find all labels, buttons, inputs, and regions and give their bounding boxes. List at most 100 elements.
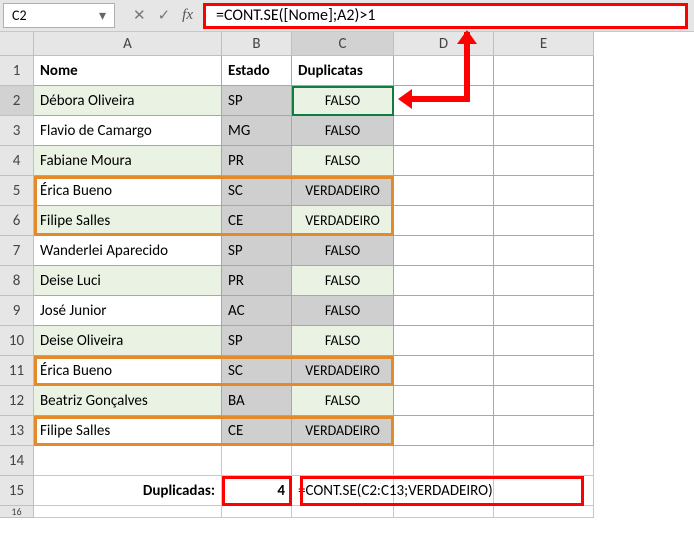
formula-bar[interactable]: =CONT.SE([Nome];A2)>1: [203, 3, 688, 29]
cell[interactable]: [394, 146, 494, 176]
summary-formula-cell[interactable]: =CONT.SE(C2:C13;VERDADEIRO): [292, 476, 394, 506]
cell-nome[interactable]: Beatriz Gonçalves: [34, 386, 222, 416]
cell[interactable]: [494, 116, 594, 146]
cell-duplicata[interactable]: VERDADEIRO: [292, 356, 394, 386]
row-header[interactable]: 4: [0, 146, 34, 176]
cell-nome[interactable]: Érica Bueno: [34, 356, 222, 386]
cell[interactable]: [494, 56, 594, 86]
cell[interactable]: [494, 446, 594, 476]
col-header-c[interactable]: C: [292, 32, 394, 56]
cell[interactable]: [222, 446, 292, 476]
row-header[interactable]: 8: [0, 266, 34, 296]
row-header[interactable]: 1: [0, 56, 34, 86]
cell[interactable]: [494, 146, 594, 176]
cell-estado[interactable]: CE: [222, 206, 292, 236]
cell-nome[interactable]: Wanderlei Aparecido: [34, 236, 222, 266]
cell-nome[interactable]: Filipe Salles: [34, 416, 222, 446]
row-header[interactable]: 7: [0, 236, 34, 266]
cell[interactable]: [394, 206, 494, 236]
cell-nome[interactable]: Deise Oliveira: [34, 326, 222, 356]
row-header[interactable]: 15: [0, 476, 34, 506]
cell[interactable]: [494, 416, 594, 446]
cell-duplicata[interactable]: FALSO: [292, 116, 394, 146]
cell-nome[interactable]: José Junior: [34, 296, 222, 326]
cell[interactable]: [494, 86, 594, 116]
cell[interactable]: [394, 446, 494, 476]
row-header[interactable]: 11: [0, 356, 34, 386]
cell[interactable]: [494, 386, 594, 416]
cell-duplicata[interactable]: FALSO: [292, 146, 394, 176]
cell-duplicata[interactable]: FALSO: [292, 386, 394, 416]
cell-estado[interactable]: SP: [222, 86, 292, 116]
cell[interactable]: [394, 356, 494, 386]
cell-estado[interactable]: PR: [222, 146, 292, 176]
cell[interactable]: [494, 476, 594, 506]
select-all-corner[interactable]: [0, 32, 34, 56]
cell-duplicata[interactable]: VERDADEIRO: [292, 416, 394, 446]
cell[interactable]: [394, 416, 494, 446]
name-box-dropdown-icon[interactable]: ▾: [99, 7, 106, 24]
cell-nome[interactable]: Filipe Salles: [34, 206, 222, 236]
row-header[interactable]: 6: [0, 206, 34, 236]
cell-nome[interactable]: Deise Luci: [34, 266, 222, 296]
cell-estado[interactable]: SC: [222, 356, 292, 386]
cell-estado[interactable]: BA: [222, 386, 292, 416]
accept-icon[interactable]: ✓: [158, 6, 171, 25]
cell[interactable]: [394, 116, 494, 146]
col-header-b[interactable]: B: [222, 32, 292, 56]
row-header[interactable]: 2: [0, 86, 34, 116]
fx-icon[interactable]: fx: [182, 7, 193, 24]
cell-estado[interactable]: PR: [222, 266, 292, 296]
row-header[interactable]: 5: [0, 176, 34, 206]
cell-nome[interactable]: Fabiane Moura: [34, 146, 222, 176]
cell[interactable]: [34, 506, 222, 518]
cell[interactable]: [494, 296, 594, 326]
col-header-a[interactable]: A: [34, 32, 222, 56]
cell-estado[interactable]: AC: [222, 296, 292, 326]
header-nome[interactable]: Nome: [34, 56, 222, 86]
cell-duplicata[interactable]: FALSO: [292, 236, 394, 266]
cell-nome[interactable]: Érica Bueno: [34, 176, 222, 206]
cell[interactable]: [494, 266, 594, 296]
cell[interactable]: [394, 506, 494, 518]
cell[interactable]: [494, 176, 594, 206]
col-header-d[interactable]: D: [394, 32, 494, 56]
cell-duplicata[interactable]: VERDADEIRO: [292, 206, 394, 236]
row-header[interactable]: 13: [0, 416, 34, 446]
row-header[interactable]: 10: [0, 326, 34, 356]
cell[interactable]: [394, 236, 494, 266]
row-header[interactable]: 9: [0, 296, 34, 326]
cell[interactable]: [394, 296, 494, 326]
summary-count[interactable]: 4: [222, 476, 292, 506]
cell[interactable]: [34, 446, 222, 476]
header-estado[interactable]: Estado: [222, 56, 292, 86]
cell[interactable]: [494, 236, 594, 266]
cancel-icon[interactable]: ✕: [133, 6, 146, 25]
row-header[interactable]: 14: [0, 446, 34, 476]
cell-duplicata[interactable]: FALSO: [292, 86, 394, 116]
cell-duplicata[interactable]: FALSO: [292, 326, 394, 356]
cell[interactable]: [292, 506, 394, 518]
cell[interactable]: [394, 266, 494, 296]
cell-estado[interactable]: CE: [222, 416, 292, 446]
row-header[interactable]: 3: [0, 116, 34, 146]
cell[interactable]: [494, 326, 594, 356]
row-header[interactable]: 12: [0, 386, 34, 416]
col-header-e[interactable]: E: [494, 32, 594, 56]
cell[interactable]: [394, 386, 494, 416]
cell-duplicata[interactable]: FALSO: [292, 296, 394, 326]
cell[interactable]: [292, 446, 394, 476]
summary-label[interactable]: Duplicadas:: [34, 476, 222, 506]
cell-duplicata[interactable]: FALSO: [292, 266, 394, 296]
cell[interactable]: [394, 176, 494, 206]
cell-estado[interactable]: SP: [222, 326, 292, 356]
cell-estado[interactable]: SC: [222, 176, 292, 206]
cell-nome[interactable]: Débora Oliveira: [34, 86, 222, 116]
name-box[interactable]: C2 ▾: [3, 3, 115, 28]
cell-estado[interactable]: MG: [222, 116, 292, 146]
cell[interactable]: [222, 506, 292, 518]
cell-nome[interactable]: Flavio de Camargo: [34, 116, 222, 146]
cell[interactable]: [394, 56, 494, 86]
header-duplicatas[interactable]: Duplicatas: [292, 56, 394, 86]
cell[interactable]: [494, 506, 594, 518]
